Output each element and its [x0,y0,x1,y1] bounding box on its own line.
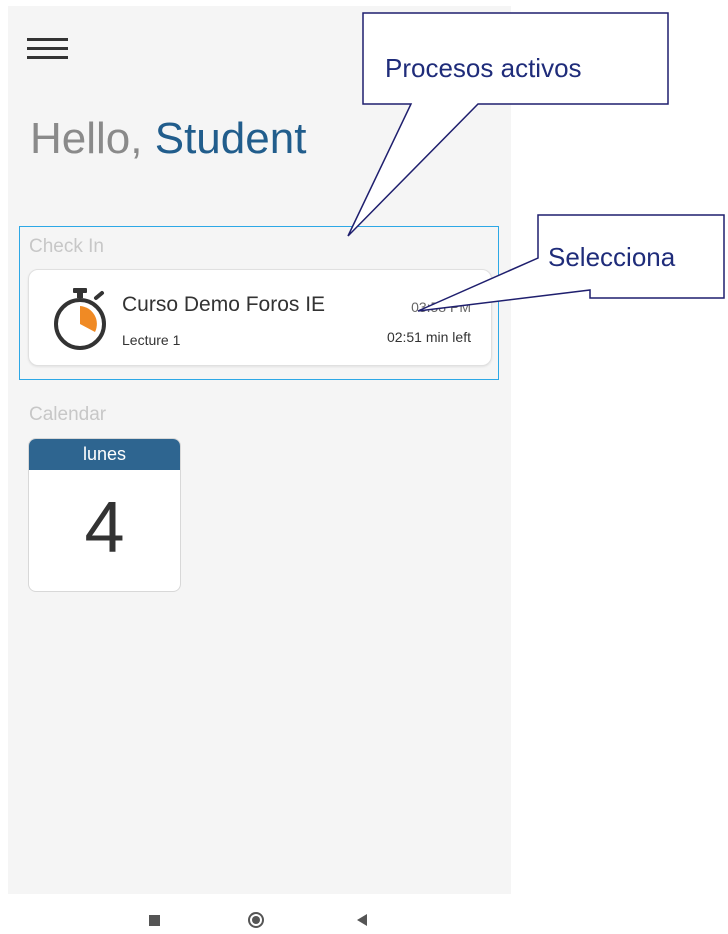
callout-selecciona: Selecciona [548,242,676,272]
annotation-callouts [347,12,725,312]
callout-1-shape [347,12,669,237]
callout-procesos-activos: Procesos activos [385,53,582,83]
